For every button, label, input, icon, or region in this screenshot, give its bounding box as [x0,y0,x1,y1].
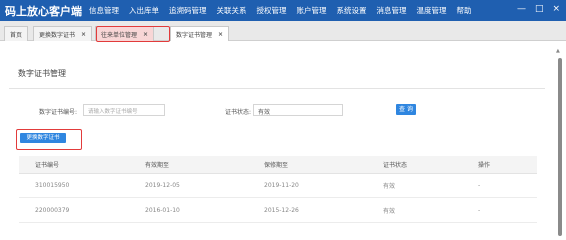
tab-label: 数字证书管理 [176,31,213,39]
cert-no-input[interactable]: 请输入数字证书编号 [83,104,165,116]
close-icon[interactable]: × [552,4,560,14]
menu-item-relation[interactable]: 关联关系 [212,5,252,16]
maximize-icon[interactable]: □ [535,4,544,14]
cell-warranty-until: 2019-11-20 [264,182,299,189]
scroll-up-icon[interactable]: ▲ [556,48,562,54]
cell-cert-no: 310015950 [35,182,70,189]
cell-actions: - [478,207,481,214]
menu-item-inout[interactable]: 入出库单 [124,5,164,16]
cell-actions: - [478,182,481,189]
col-header-warranty-until: 保修期至 [264,162,289,169]
table-header: 证书编号 有效期至 保修期至 证书状态 操作 [19,156,537,174]
page-title: 数字证书管理 [18,69,66,78]
menu-item-auth[interactable]: 授权管理 [252,5,292,16]
menu-item-info[interactable]: 信息管理 [84,5,124,16]
tab-close-icon[interactable]: × [81,31,86,38]
minimize-icon[interactable]: — [517,4,526,14]
menu-item-settings[interactable]: 系统设置 [332,5,372,16]
main-menu: 信息管理 入出库单 追溯码管理 关联关系 授权管理 账户管理 系统设置 消息管理… [84,5,477,16]
menu-item-temperature[interactable]: 温度管理 [412,5,452,16]
status-label: 证书状态: [225,109,252,116]
cell-status: 有效 [383,208,396,215]
menu-item-messages[interactable]: 消息管理 [372,5,412,16]
tab-close-icon[interactable]: × [218,31,223,38]
cell-cert-no: 220000379 [35,207,70,214]
cell-valid-until: 2019-12-05 [145,182,180,189]
cert-no-label: 数字证书编号: [39,109,78,116]
col-header-status: 证书状态 [383,162,408,169]
menu-item-trace-code[interactable]: 追溯码管理 [164,5,212,16]
table-row: 310015950 2019-12-05 2019-11-20 有效 - [19,174,537,198]
title-bar: 码上放心客户端 信息管理 入出库单 追溯码管理 关联关系 授权管理 账户管理 系… [0,0,566,21]
tab-label: 首页 [10,31,23,39]
scrollbar[interactable] [558,58,562,236]
status-select[interactable]: 有效 [253,104,343,116]
col-header-cert-no: 证书编号 [35,162,60,169]
cell-warranty-until: 2015-12-26 [264,207,299,214]
col-header-valid-until: 有效期至 [145,162,170,169]
tab-strip: 首页 更换数字证书 × 往来单位管理 × 数字证书管理 × [0,21,566,41]
cell-status: 有效 [383,183,396,190]
highlight-box [96,26,170,42]
tab-replace-cert[interactable]: 更换数字证书 × [33,26,93,41]
tab-label: 更换数字证书 [39,31,76,39]
menu-item-help[interactable]: 帮助 [452,5,477,16]
divider [9,88,545,89]
menu-item-account[interactable]: 账户管理 [292,5,332,16]
col-header-actions: 操作 [478,162,491,169]
app-title: 码上放心客户端 [5,4,82,18]
cell-valid-until: 2016-01-10 [145,207,180,214]
search-button[interactable]: 查 询 [396,104,416,115]
tab-cert-management[interactable]: 数字证书管理 × [170,26,230,41]
tab-home[interactable]: 首页 [4,26,29,41]
table-row: 220000379 2016-01-10 2015-12-26 有效 - [19,199,537,223]
replace-cert-button[interactable]: 更换数字证书 [20,133,66,143]
